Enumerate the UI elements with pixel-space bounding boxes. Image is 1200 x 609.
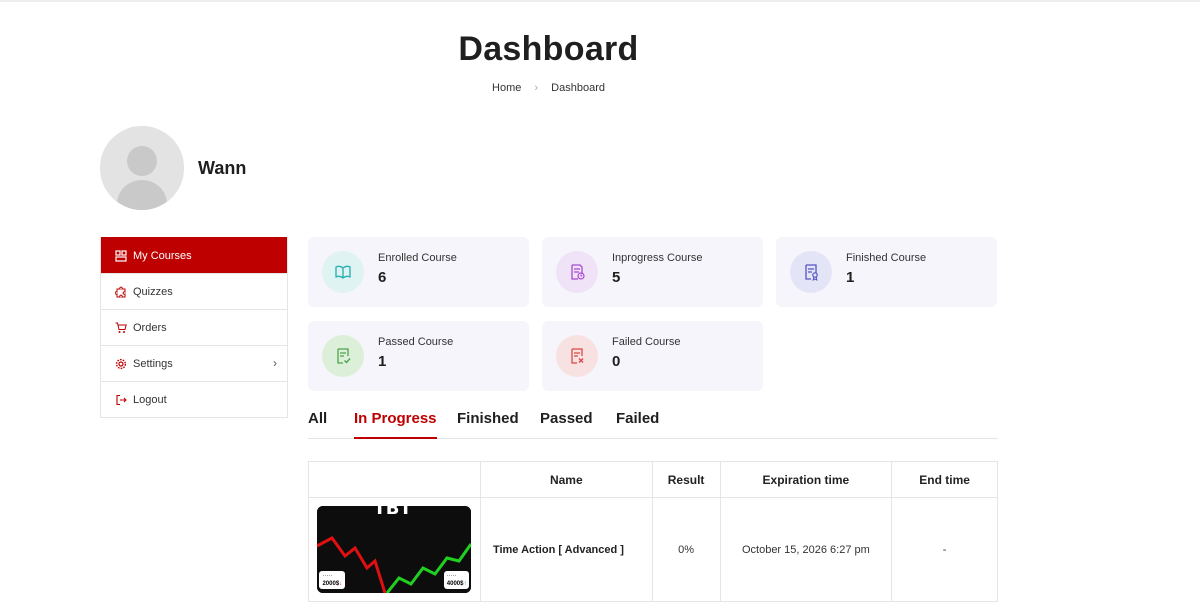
logout-icon bbox=[114, 393, 128, 407]
puzzle-icon bbox=[114, 285, 128, 299]
sidebar-item-my-courses[interactable]: My Courses bbox=[101, 237, 287, 273]
column-header-thumbnail bbox=[308, 461, 481, 498]
sidebar-item-logout[interactable]: Logout bbox=[101, 381, 287, 417]
course-filter-tabs: All In Progress Finished Passed Failed bbox=[308, 410, 998, 439]
avatar[interactable] bbox=[100, 126, 184, 210]
page-title: Dashboard bbox=[458, 30, 639, 68]
sidebar-item-orders[interactable]: Orders bbox=[101, 309, 287, 345]
sidebar-item-label: Quizzes bbox=[133, 285, 173, 298]
stat-value: 1 bbox=[378, 353, 387, 370]
passed-doc-icon bbox=[322, 335, 364, 377]
gear-icon bbox=[114, 357, 128, 371]
stat-value: 6 bbox=[378, 269, 387, 286]
cart-icon bbox=[114, 321, 128, 335]
tab-in-progress[interactable]: In Progress bbox=[354, 410, 437, 439]
price-right-value: 4000$ bbox=[446, 581, 464, 587]
price-left-value: 2000$ bbox=[322, 581, 340, 587]
thumbnail-price-right: ····· 4000$↑ bbox=[443, 571, 470, 589]
course-result: 0% bbox=[651, 497, 721, 602]
course-thumbnail[interactable]: TBT ····· 2000$↓ ····· 4000$↑ bbox=[317, 506, 472, 593]
course-expiration: October 15, 2026 6:27 pm bbox=[719, 497, 893, 602]
failed-doc-icon bbox=[556, 335, 598, 377]
user-silhouette-icon bbox=[100, 126, 184, 210]
stat-value: 5 bbox=[612, 269, 621, 286]
top-border bbox=[0, 0, 1200, 2]
sidebar-item-quizzes[interactable]: Quizzes bbox=[101, 273, 287, 309]
sidebar-item-label: Orders bbox=[133, 321, 167, 334]
stat-card-failed: Failed Course 0 bbox=[542, 321, 763, 391]
courses-table: Name Result Expiration time End time TBT… bbox=[308, 461, 998, 602]
breadcrumb-current: Dashboard bbox=[551, 82, 605, 94]
profile-name: Wann bbox=[198, 158, 247, 178]
stat-card-enrolled: Enrolled Course 6 bbox=[308, 237, 529, 307]
stat-label: Failed Course bbox=[612, 336, 681, 348]
column-header-result: Result bbox=[651, 461, 721, 498]
course-name[interactable]: Time Action [ Advanced ] bbox=[479, 497, 653, 602]
stat-card-finished: Finished Course 1 bbox=[776, 237, 997, 307]
certificate-icon bbox=[790, 251, 832, 293]
column-header-name: Name bbox=[479, 461, 653, 498]
sidebar-item-settings[interactable]: Settings › bbox=[101, 345, 287, 381]
tab-passed[interactable]: Passed bbox=[540, 410, 593, 439]
progress-doc-icon bbox=[556, 251, 598, 293]
thumbnail-price-left: ····· 2000$↓ bbox=[319, 571, 346, 589]
arrow-down-icon: ↓ bbox=[339, 581, 343, 587]
sidebar-item-label: My Courses bbox=[133, 249, 192, 262]
chevron-right-icon: › bbox=[534, 82, 539, 94]
tab-failed[interactable]: Failed bbox=[616, 410, 659, 439]
sidebar-item-label: Logout bbox=[133, 393, 167, 406]
stat-label: Finished Course bbox=[846, 252, 927, 264]
course-end-time: - bbox=[891, 497, 998, 602]
stat-card-inprogress: Inprogress Course 5 bbox=[542, 237, 763, 307]
course-thumbnail-cell: TBT ····· 2000$↓ ····· 4000$↑ bbox=[308, 497, 481, 602]
breadcrumb-home-link[interactable]: Home bbox=[492, 82, 521, 94]
courses-icon bbox=[114, 249, 128, 263]
tab-all[interactable]: All bbox=[308, 410, 327, 439]
column-header-expiration: Expiration time bbox=[719, 461, 893, 498]
chevron-right-icon: › bbox=[273, 356, 277, 370]
sidebar-menu: My Courses Quizzes Orders Settings › Log… bbox=[100, 237, 288, 418]
thumbnail-title: TBT bbox=[373, 506, 412, 519]
stat-value: 0 bbox=[612, 353, 621, 370]
table-header-row: Name Result Expiration time End time bbox=[308, 461, 998, 498]
arrow-up-icon: ↑ bbox=[463, 581, 467, 587]
table-row: TBT ····· 2000$↓ ····· 4000$↑ Time Action … bbox=[308, 497, 998, 602]
stat-label: Inprogress Course bbox=[612, 252, 703, 264]
sidebar-item-label: Settings bbox=[133, 357, 173, 370]
stat-card-passed: Passed Course 1 bbox=[308, 321, 529, 391]
stat-label: Enrolled Course bbox=[378, 252, 457, 264]
tab-finished[interactable]: Finished bbox=[457, 410, 519, 439]
stat-label: Passed Course bbox=[378, 336, 454, 348]
breadcrumb: Home › Dashboard bbox=[0, 82, 1097, 94]
book-icon bbox=[322, 251, 364, 293]
stat-value: 1 bbox=[846, 269, 855, 286]
column-header-end-time: End time bbox=[891, 461, 998, 498]
